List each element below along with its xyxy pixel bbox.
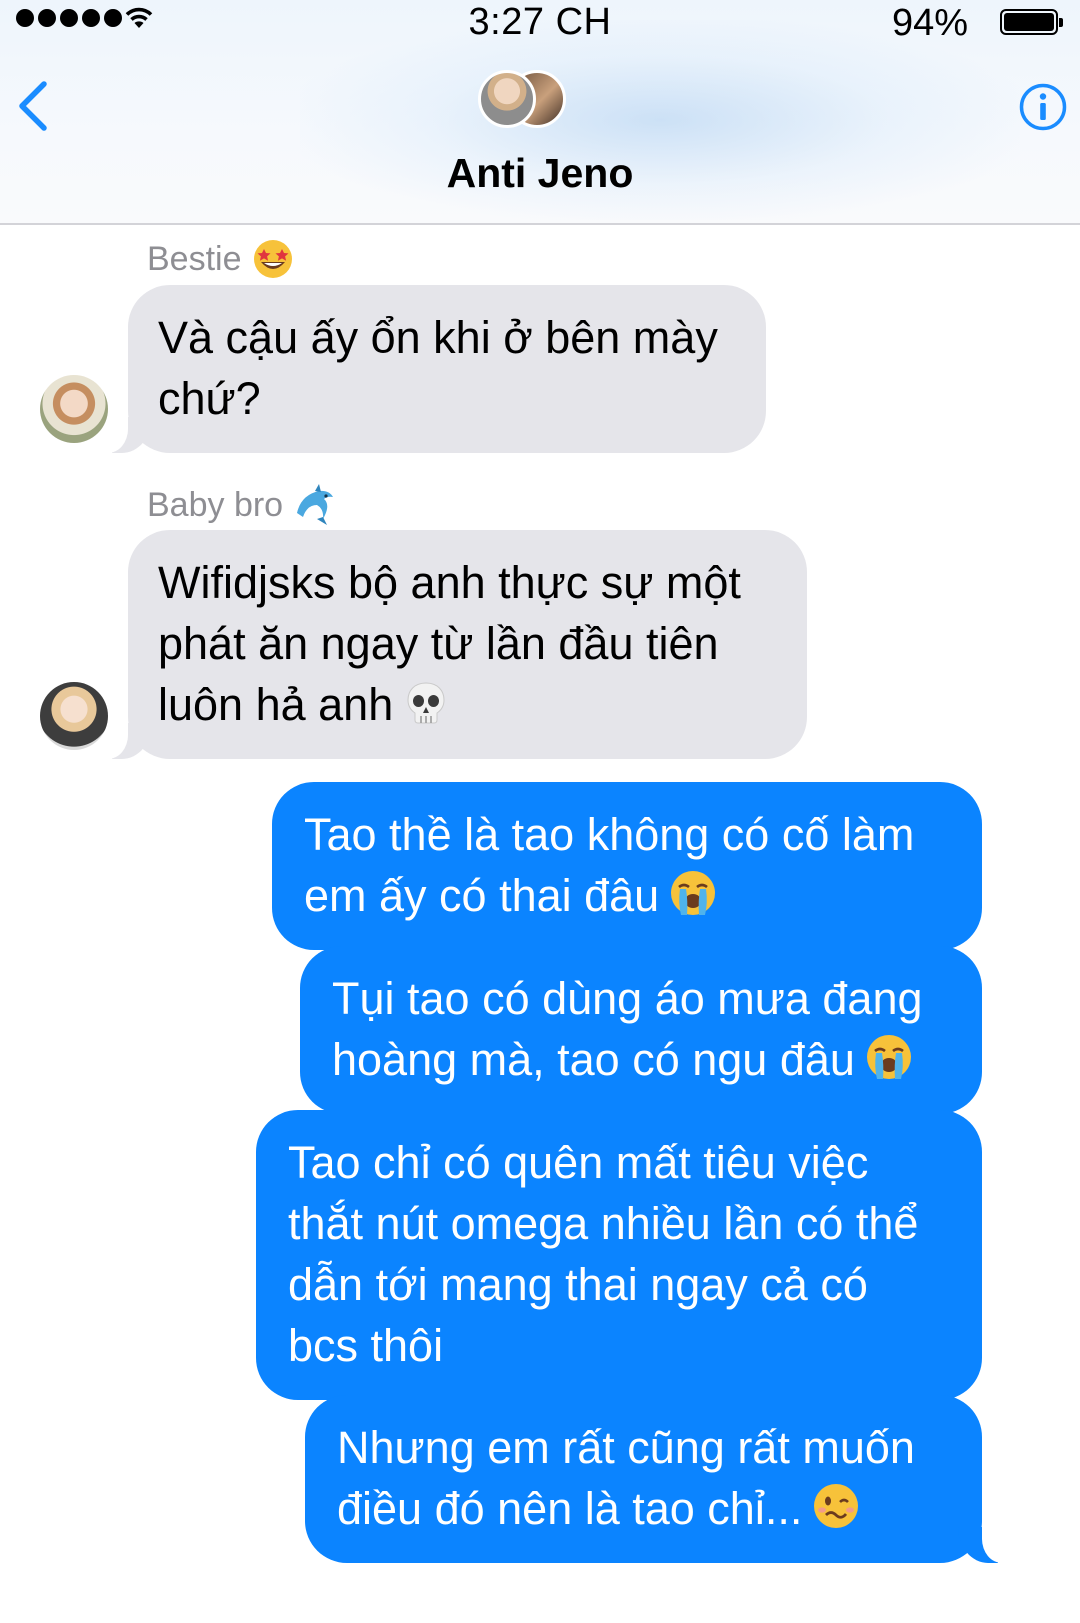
loudly-crying-face-emoji-icon xyxy=(866,1035,911,1079)
loudly-crying-face-emoji-icon xyxy=(671,871,716,915)
group-avatar-stack[interactable] xyxy=(478,70,568,134)
sender-label: Bestie xyxy=(147,238,294,280)
message-text: Tao chỉ có quên mất tiêu việc thắt nút o… xyxy=(288,1137,919,1371)
message-bubble-outgoing[interactable]: Tụi tao có dùng áo mưa đang hoàng mà, ta… xyxy=(300,946,982,1114)
woozy-face-emoji-icon xyxy=(814,1484,859,1528)
message-bubble-outgoing[interactable]: Nhưng em rất cũng rất muốn điều đó nên l… xyxy=(305,1395,1008,1563)
dolphin-emoji-icon xyxy=(297,484,334,525)
skull-emoji-icon xyxy=(407,682,445,724)
message-bubble-incoming[interactable]: Và cậu ấy ổn khi ở bên mày chứ? xyxy=(102,285,766,453)
battery-percentage: 94% xyxy=(891,2,968,44)
message-bubble-incoming[interactable]: Wifidjsks bộ anh thực sự một phát ăn nga… xyxy=(102,530,807,759)
message-bubble-outgoing[interactable]: Tao thề là tao không có cố làm em ấy có … xyxy=(272,782,982,950)
message-text: Và cậu ấy ổn khi ở bên mày chứ? xyxy=(158,312,718,424)
message-text: Tao thề là tao không có cố làm em ấy có … xyxy=(304,809,915,921)
status-bar: 3:27 CH 94% xyxy=(0,0,1080,46)
group-member-avatar xyxy=(478,70,536,128)
message-text: Wifidjsks bộ anh thực sự một phát ăn nga… xyxy=(158,557,741,730)
sender-avatar[interactable] xyxy=(40,375,108,443)
battery-icon xyxy=(1000,9,1063,35)
sender-name: Bestie xyxy=(147,239,242,278)
sender-label: Baby bro xyxy=(147,483,337,527)
back-chevron-icon[interactable] xyxy=(10,78,54,134)
message-text: Tụi tao có dùng áo mưa đang hoàng mà, ta… xyxy=(332,973,923,1085)
sender-name: Baby bro xyxy=(147,485,284,524)
sender-avatar[interactable] xyxy=(40,682,108,750)
star-struck-emoji-icon xyxy=(253,240,292,278)
message-bubble-outgoing[interactable]: Tao chỉ có quên mất tiêu việc thắt nút o… xyxy=(256,1110,982,1400)
conversation-title[interactable]: Anti Jeno xyxy=(0,150,1080,197)
conversation-header: 3:27 CH 94% Anti Jeno xyxy=(0,0,1080,225)
info-icon[interactable] xyxy=(1018,82,1068,132)
